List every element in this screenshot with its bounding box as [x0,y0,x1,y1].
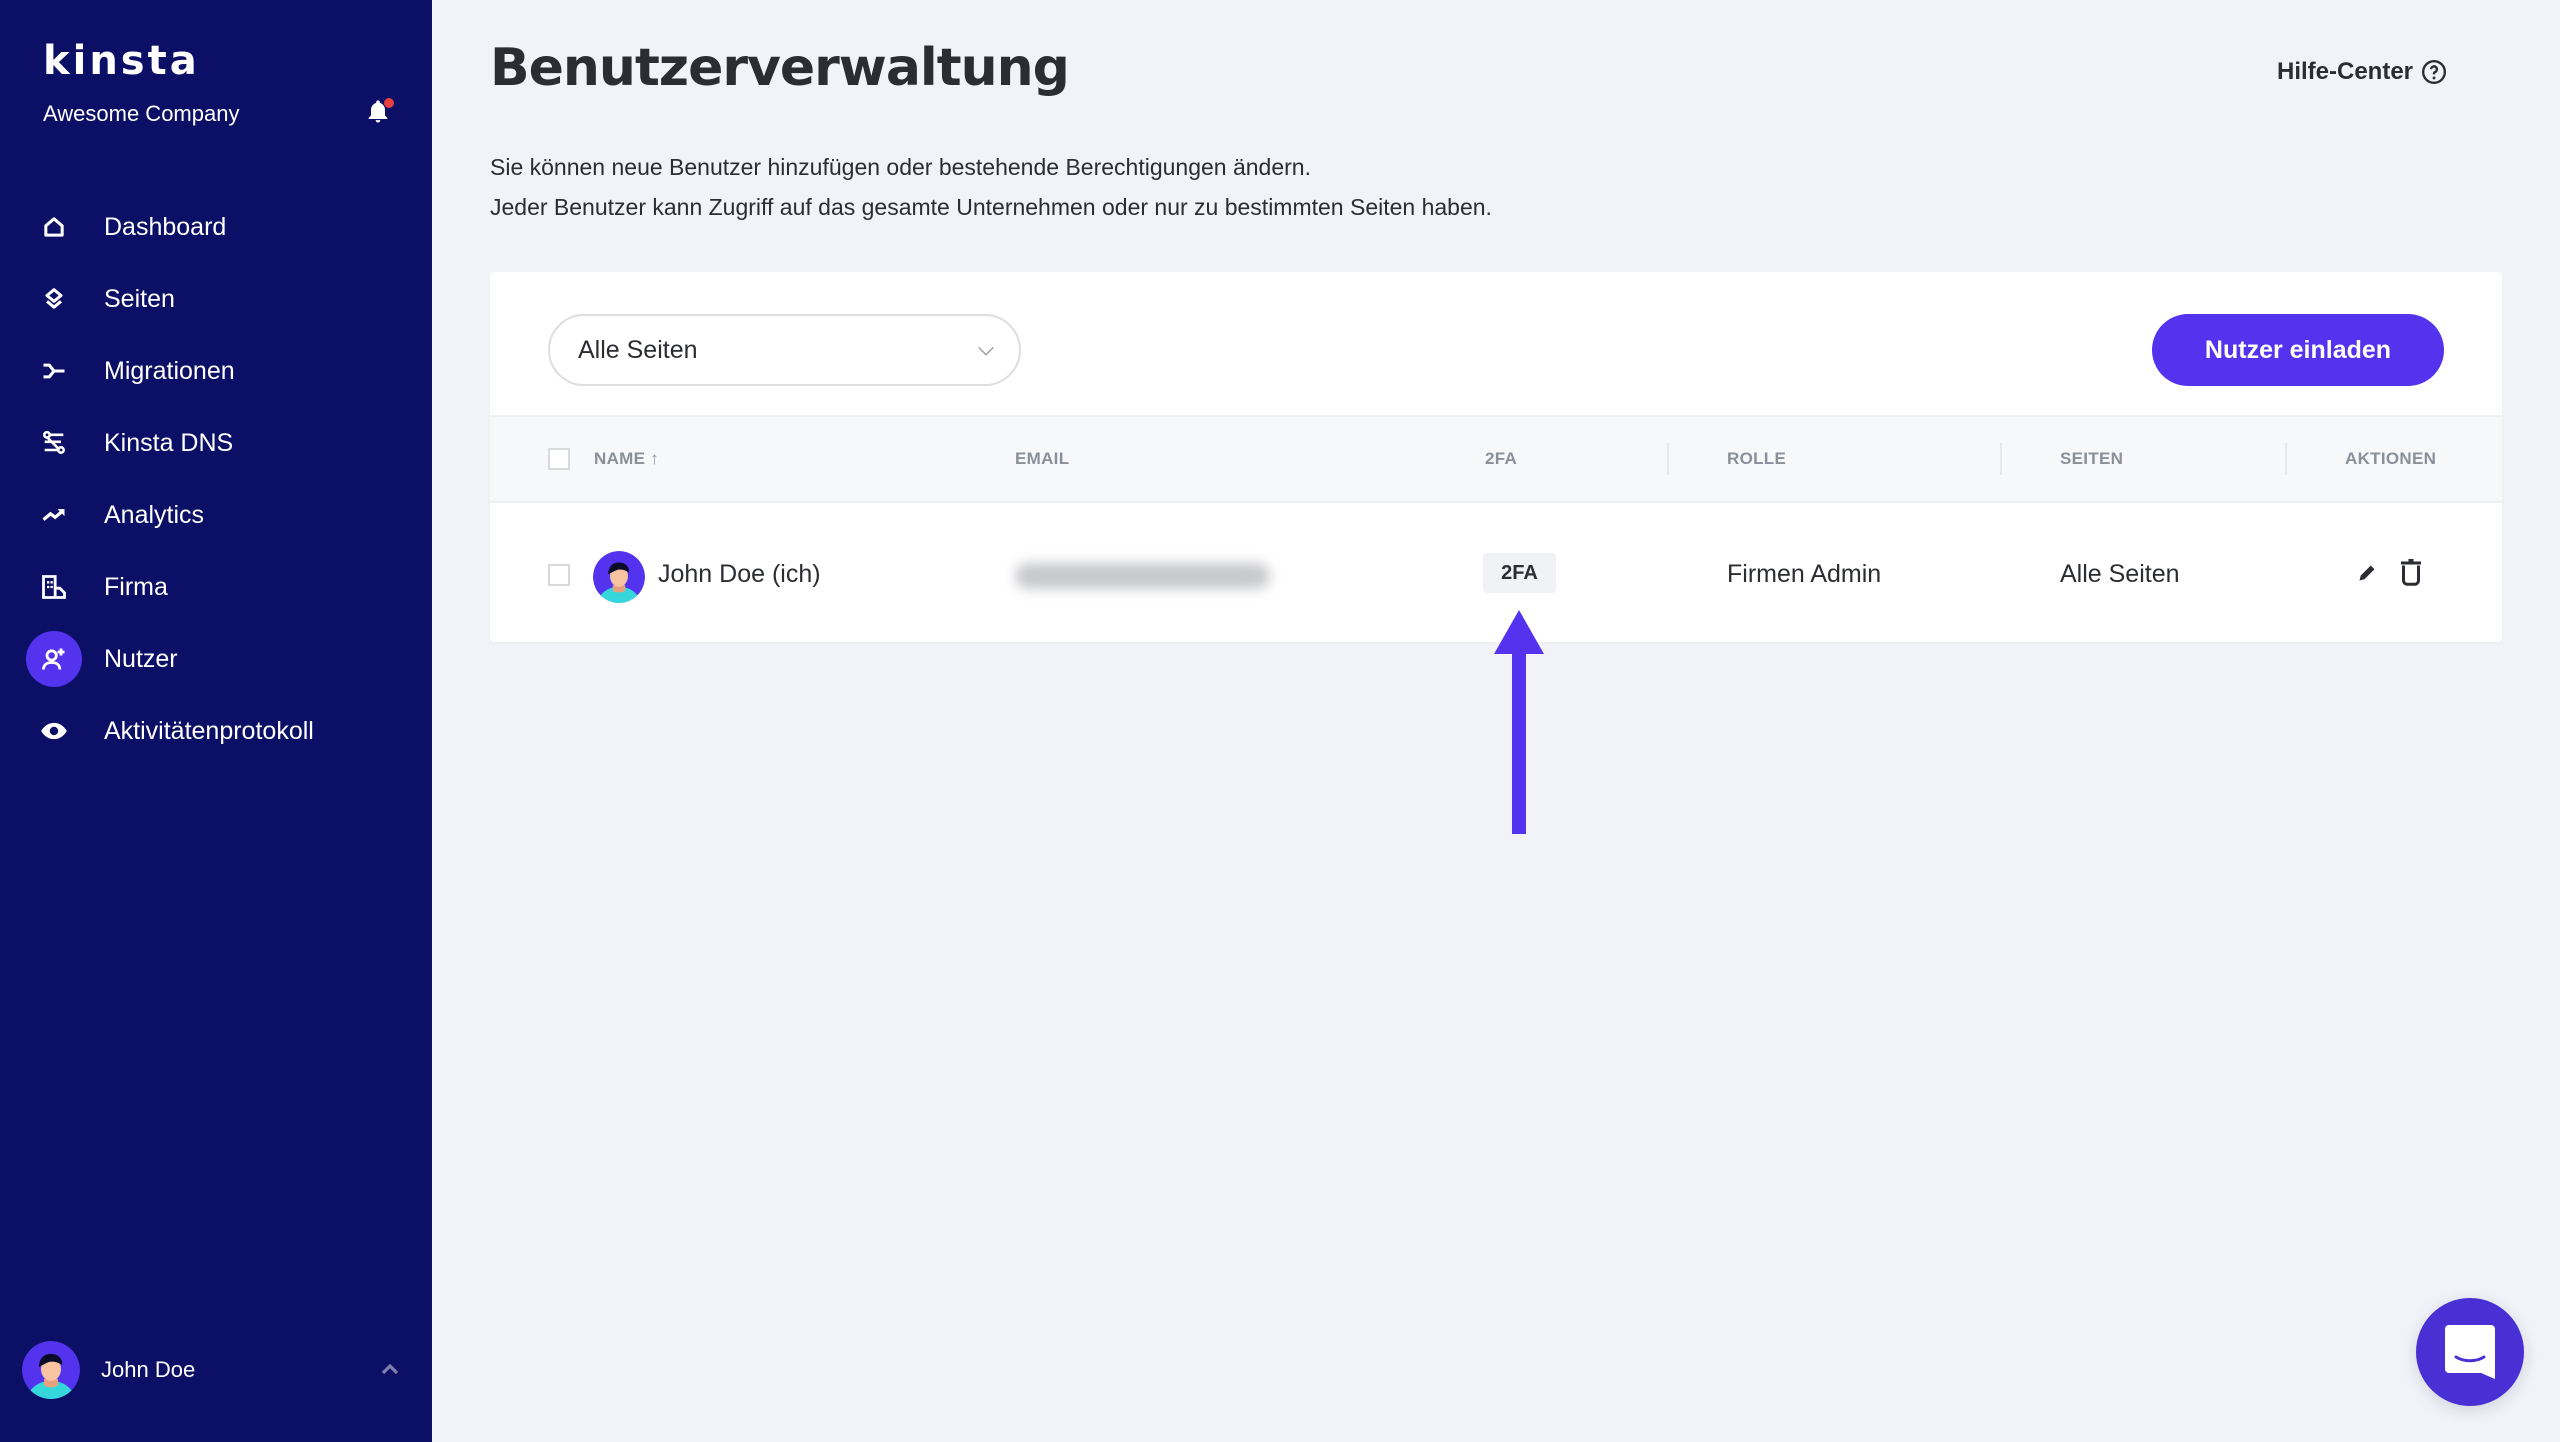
layers-icon [26,271,82,327]
column-header-2fa: 2FA [1485,449,1518,468]
sidebar-item-seiten[interactable]: Seiten [0,269,432,329]
sidebar: kinsta Awesome Company Dashboard Seiten … [0,0,432,1442]
column-divider [1667,443,1669,475]
sidebar-item-label: Nutzer [104,644,178,673]
annotation-arrow-up [1494,610,1544,834]
description-line-1: Sie können neue Benutzer hinzufügen oder… [490,154,1311,180]
row-checkbox[interactable] [548,564,570,586]
help-center-link[interactable]: Hilfe-Center [2277,58,2447,86]
company-name[interactable]: Awesome Company [43,101,239,127]
edit-icon[interactable] [2352,558,2382,588]
column-label: NAME [594,449,646,468]
sidebar-item-label: Migrationen [104,356,235,385]
column-divider [2285,443,2287,475]
column-header-actions: AKTIONEN [2345,449,2437,468]
sidebar-item-aktivitaetenprotokoll[interactable]: Aktivitätenprotokoll [0,701,432,761]
sites-cell: Alle Seiten [2060,560,2180,588]
avatar [593,551,645,603]
sidebar-item-label: Aktivitätenprotokoll [104,716,314,745]
invite-user-button[interactable]: Nutzer einladen [2152,314,2444,386]
user-name-cell: John Doe (ich) [658,560,821,588]
chevron-up-icon[interactable] [378,1358,402,1382]
question-circle-icon [2422,59,2447,85]
column-header-sites: SEITEN [2060,449,2124,468]
description-line-2: Jeder Benutzer kann Zugriff auf das gesa… [490,194,1492,220]
notification-dot [384,98,394,108]
column-header-name[interactable]: NAME ↑ [594,449,659,469]
role-cell: Firmen Admin [1727,560,1882,588]
user-name: John Doe [101,1357,196,1382]
trash-icon[interactable] [2396,558,2426,588]
dns-icon [26,415,82,471]
user-plus-icon [26,631,82,687]
sidebar-item-kinsta-dns[interactable]: Kinsta DNS [0,413,432,473]
sidebar-item-dashboard[interactable]: Dashboard [0,197,432,257]
home-icon [26,199,82,255]
sidebar-item-label: Seiten [104,284,175,313]
migration-icon [26,343,82,399]
sidebar-item-migrationen[interactable]: Migrationen [0,341,432,401]
avatar [22,1341,80,1399]
kinsta-logo[interactable]: kinsta [43,38,200,84]
sidebar-item-analytics[interactable]: Analytics [0,485,432,545]
column-header-email: EMAIL [1015,449,1070,468]
column-divider [2000,443,2002,475]
site-filter-dropdown[interactable]: Alle Seiten [548,314,1021,386]
sidebar-item-nutzer[interactable]: Nutzer [0,629,432,689]
building-icon [26,559,82,615]
site-filter-value: Alle Seiten [578,335,698,364]
users-card: Alle Seiten Nutzer einladen NAME ↑ EMAIL… [490,272,2502,642]
eye-icon [26,703,82,759]
select-all-checkbox[interactable] [548,448,570,470]
sidebar-item-label: Analytics [104,500,205,529]
sort-ascending-icon: ↑ [650,449,660,468]
sidebar-item-firma[interactable]: Firma [0,557,432,617]
chat-widget-button[interactable] [2416,1298,2524,1406]
2fa-badge: 2FA [1483,553,1556,593]
sidebar-item-label: Kinsta DNS [104,428,234,457]
email-cell-blurred [1015,563,1270,589]
sidebar-item-label: Firma [104,572,168,601]
table-header: NAME ↑ EMAIL 2FA ROLLE SEITEN AKTIONEN [490,415,2502,503]
chat-icon [2445,1325,2495,1379]
page-title: Benutzerverwaltung [490,38,1070,98]
chevron-down-icon [978,346,994,356]
trend-up-icon [26,487,82,543]
sidebar-item-label: Dashboard [104,212,227,241]
column-header-role: ROLLE [1727,449,1787,468]
user-menu[interactable]: John Doe [22,1340,422,1400]
help-center-label: Hilfe-Center [2277,58,2414,85]
